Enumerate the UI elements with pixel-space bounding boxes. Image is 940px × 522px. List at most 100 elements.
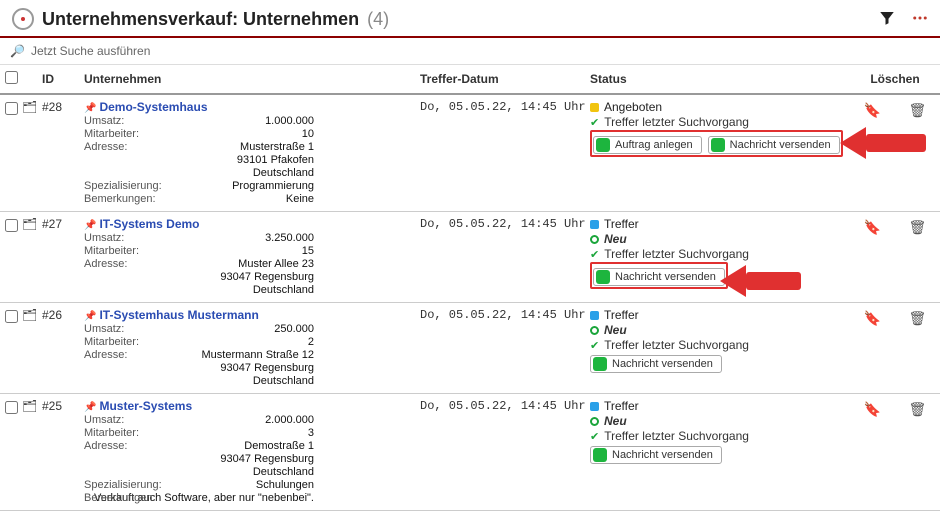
value-adresse-3: Deutschland: [84, 167, 314, 179]
filter-icon[interactable]: [878, 9, 896, 30]
value-adresse-3: Deutschland: [84, 466, 314, 478]
green-dot-icon: [711, 138, 725, 152]
check-icon: ✔: [590, 248, 599, 261]
status-square-icon: [590, 220, 599, 229]
row-date: Do, 05.05.22, 14:45 Uhr: [420, 217, 590, 296]
status-square-icon: [590, 311, 599, 320]
bookmark-icon[interactable]: 🔖: [864, 102, 881, 119]
page-count: (4): [367, 9, 389, 30]
stack-icon[interactable]: 🗂: [22, 100, 37, 114]
ring-icon: [590, 417, 599, 426]
pin-icon: 📌: [84, 402, 96, 413]
page-title: Unternehmensverkauf: Unternehmen: [42, 9, 359, 30]
col-status[interactable]: Status: [590, 72, 850, 86]
status-text: Treffer: [604, 399, 639, 413]
auftrag-anlegen-button[interactable]: Auftrag anlegen: [593, 136, 702, 154]
nachricht-versenden-button[interactable]: Nachricht versenden: [593, 268, 725, 286]
check-icon: ✔: [590, 339, 599, 352]
green-dot-icon: [593, 448, 607, 462]
label-mitarbeiter: Mitarbeiter:: [84, 245, 139, 257]
nachricht-versenden-button[interactable]: Nachricht versenden: [590, 446, 722, 464]
row-date: Do, 05.05.22, 14:45 Uhr: [420, 100, 590, 205]
table-row: 🗂 #25 📌Muster-Systems Umsatz:2.000.000 M…: [0, 394, 940, 511]
status-last-search: Treffer letzter Suchvorgang: [604, 429, 749, 443]
status-last-search: Treffer letzter Suchvorgang: [604, 338, 749, 352]
col-unternehmen[interactable]: Unternehmen: [82, 72, 420, 86]
delete-icon[interactable]: 🗑: [909, 310, 927, 327]
search-icon: 🔎: [10, 44, 25, 58]
company-link[interactable]: Muster-Systems: [99, 399, 192, 413]
select-all-checkbox[interactable]: [5, 71, 18, 84]
row-id: #25: [40, 399, 82, 504]
row-id: #26: [40, 308, 82, 387]
status-last-search: Treffer letzter Suchvorgang: [604, 247, 749, 261]
bookmark-icon[interactable]: 🔖: [864, 219, 881, 236]
col-id[interactable]: ID: [40, 72, 82, 86]
row-id: #28: [40, 100, 82, 205]
company-link[interactable]: Demo-Systemhaus: [99, 100, 207, 114]
green-dot-icon: [596, 138, 610, 152]
label-spezialisierung: Spezialisierung:: [84, 479, 162, 491]
stack-icon[interactable]: 🗂: [22, 399, 37, 413]
highlight-box: Auftrag anlegen Nachricht versenden: [590, 130, 843, 157]
status-neu: Neu: [604, 232, 627, 246]
label-mitarbeiter: Mitarbeiter:: [84, 336, 139, 348]
check-icon: ✔: [590, 430, 599, 443]
label-umsatz: Umsatz:: [84, 232, 124, 244]
delete-icon[interactable]: 🗑: [909, 102, 927, 119]
value-adresse-2: 93047 Regensburg: [84, 362, 314, 374]
nachricht-versenden-button[interactable]: Nachricht versenden: [590, 355, 722, 373]
value-adresse-3: Deutschland: [84, 375, 314, 387]
annotation-arrow: [720, 265, 801, 297]
green-dot-icon: [593, 357, 607, 371]
label-umsatz: Umsatz:: [84, 414, 124, 426]
more-icon[interactable]: [910, 9, 930, 30]
table-row: 🗂 #28 📌Demo-Systemhaus Umsatz:1.000.000 …: [0, 95, 940, 212]
row-date: Do, 05.05.22, 14:45 Uhr: [420, 308, 590, 387]
label-bemerkungen: Bemerkungen:: [84, 492, 156, 504]
label-adresse: Adresse:: [84, 141, 127, 153]
status-neu: Neu: [604, 414, 627, 428]
nachricht-versenden-button[interactable]: Nachricht versenden: [708, 136, 840, 154]
label-mitarbeiter: Mitarbeiter:: [84, 427, 139, 439]
status-text: Angeboten: [604, 100, 662, 114]
label-adresse: Adresse:: [84, 440, 127, 452]
bookmark-icon[interactable]: 🔖: [864, 310, 881, 327]
stack-icon[interactable]: 🗂: [22, 308, 37, 322]
company-link[interactable]: IT-Systemhaus Mustermann: [99, 308, 258, 322]
status-square-icon: [590, 103, 599, 112]
stack-icon[interactable]: 🗂: [22, 217, 37, 231]
search-bar[interactable]: 🔎 Jetzt Suche ausführen: [0, 38, 940, 65]
annotation-arrow: [840, 127, 926, 159]
page-header: Unternehmensverkauf: Unternehmen (4): [0, 0, 940, 38]
row-checkbox[interactable]: [5, 102, 18, 115]
label-spezialisierung: Spezialisierung:: [84, 180, 162, 192]
highlight-box: Nachricht versenden: [590, 262, 728, 289]
row-id: #27: [40, 217, 82, 296]
label-adresse: Adresse:: [84, 349, 127, 361]
pin-icon: 📌: [84, 220, 96, 231]
col-loeschen: Löschen: [850, 72, 940, 86]
table-row: 🗂 #26 📌IT-Systemhaus Mustermann Umsatz:2…: [0, 303, 940, 394]
company-link[interactable]: IT-Systems Demo: [99, 217, 199, 231]
value-adresse-2: 93047 Regensburg: [84, 453, 314, 465]
row-checkbox[interactable]: [5, 310, 18, 323]
status-neu: Neu: [604, 323, 627, 337]
delete-icon[interactable]: 🗑: [909, 401, 927, 418]
row-checkbox[interactable]: [5, 401, 18, 414]
delete-icon[interactable]: 🗑: [909, 219, 927, 236]
bookmark-icon[interactable]: 🔖: [864, 401, 881, 418]
label-umsatz: Umsatz:: [84, 115, 124, 127]
row-checkbox[interactable]: [5, 219, 18, 232]
label-adresse: Adresse:: [84, 258, 127, 270]
col-treffer-datum[interactable]: Treffer-Datum: [420, 72, 590, 86]
pin-icon: 📌: [84, 311, 96, 322]
pin-icon: 📌: [84, 103, 96, 114]
row-date: Do, 05.05.22, 14:45 Uhr: [420, 399, 590, 504]
column-header-row: ID Unternehmen Treffer-Datum Status Lösc…: [0, 65, 940, 95]
label-umsatz: Umsatz:: [84, 323, 124, 335]
value-adresse-3: Deutschland: [84, 284, 314, 296]
status-last-search: Treffer letzter Suchvorgang: [604, 115, 749, 129]
ring-icon: [590, 326, 599, 335]
value-adresse-2: 93101 Pfakofen: [84, 154, 314, 166]
